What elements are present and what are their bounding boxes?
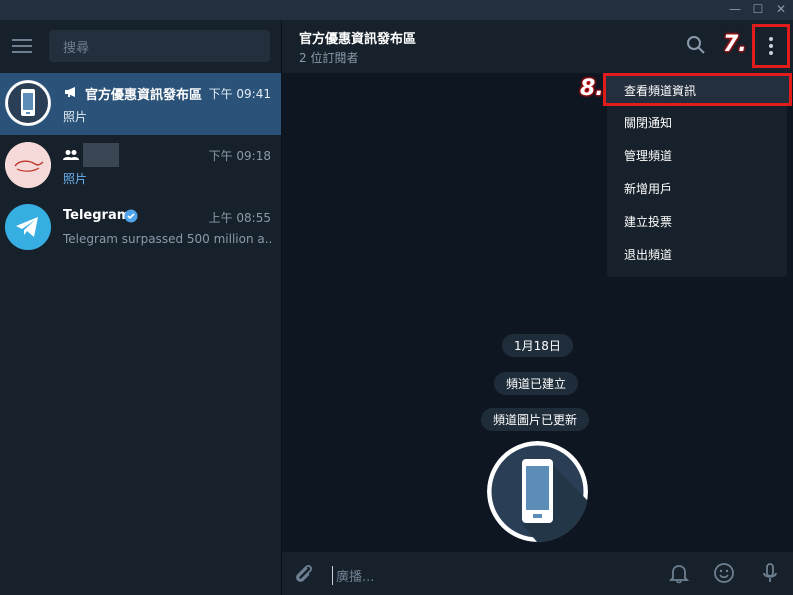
more-options-button[interactable] [752, 24, 790, 68]
service-message-photo-updated: 頻道圖片已更新 [481, 408, 590, 431]
close-button[interactable]: ✕ [770, 0, 792, 20]
chat-preview: Telegram surpassed 500 million a... [63, 232, 273, 246]
attach-icon[interactable] [292, 562, 314, 584]
step-8-label: 8. [580, 76, 604, 101]
redacted-name-block [83, 143, 119, 167]
chat-header: 官方優惠資訊發布區 2 位訂閱者 7. [282, 20, 793, 73]
chat-time: 下午 09:18 [208, 149, 271, 163]
date-badge: 1月18日 [502, 334, 573, 357]
menu-item-create-poll[interactable]: 建立投票 [624, 213, 672, 230]
verified-badge-icon [124, 209, 138, 223]
microphone-icon[interactable] [759, 562, 781, 584]
search-placeholder: 搜尋 [63, 41, 90, 56]
telegram-avatar [5, 204, 51, 250]
channel-avatar [5, 80, 51, 126]
menu-item-manage-channel[interactable]: 管理頻道 [624, 147, 672, 164]
hamburger-menu-icon[interactable] [12, 39, 32, 53]
chat-item-telegram[interactable]: Telegram 上午 08:55 Telegram surpassed 500… [0, 197, 281, 259]
vertical-dots-icon [769, 37, 773, 55]
subscriber-count: 2 位訂閱者 [299, 51, 359, 65]
chat-name: Telegram [63, 208, 131, 223]
chat-item-group[interactable]: 下午 09:18 照片 [0, 135, 281, 197]
chat-time: 上午 08:55 [208, 211, 271, 225]
step-7-label: 7. [723, 32, 747, 57]
search-icon[interactable] [685, 34, 707, 56]
menu-item-leave-channel[interactable]: 退出頻道 [624, 246, 672, 263]
megaphone-icon [65, 87, 75, 97]
message-input[interactable]: 廣播... [332, 566, 374, 585]
menu-item-add-members[interactable]: 新增用戶 [624, 180, 672, 197]
telegram-window: — ☐ ✕ 搜尋 官方優惠資訊發布區 下午 09:41 照片 下午 09:18 … [0, 0, 793, 595]
group-icon [63, 150, 79, 160]
chat-item-official-channel[interactable]: 官方優惠資訊發布區 下午 09:41 照片 [0, 73, 281, 135]
emoji-icon[interactable] [713, 562, 735, 584]
compose-bar: 廣播... [282, 552, 793, 595]
chat-name: 官方優惠資訊發布區 [85, 88, 203, 103]
maximize-button[interactable]: ☐ [747, 0, 769, 20]
menu-item-mute-notifications[interactable]: 關閉通知 [624, 114, 672, 131]
bell-icon[interactable] [668, 562, 690, 584]
channel-photo[interactable] [487, 441, 588, 542]
menu-item-view-channel-info[interactable]: 查看頻道資訊 [603, 73, 792, 106]
menu-item-label: 查看頻道資訊 [624, 84, 697, 98]
group-avatar [5, 142, 51, 188]
chat-time: 下午 09:41 [208, 87, 271, 101]
chat-preview: 照片 [63, 110, 88, 124]
search-input[interactable]: 搜尋 [49, 30, 270, 62]
title-bar: — ☐ ✕ [0, 0, 793, 20]
minimize-button[interactable]: — [724, 0, 746, 20]
channel-title[interactable]: 官方優惠資訊發布區 [299, 28, 416, 47]
chat-preview: 照片 [63, 172, 88, 186]
sidebar: 搜尋 官方優惠資訊發布區 下午 09:41 照片 下午 09:18 照片 Tel… [0, 20, 281, 595]
service-message-created: 頻道已建立 [494, 372, 579, 395]
